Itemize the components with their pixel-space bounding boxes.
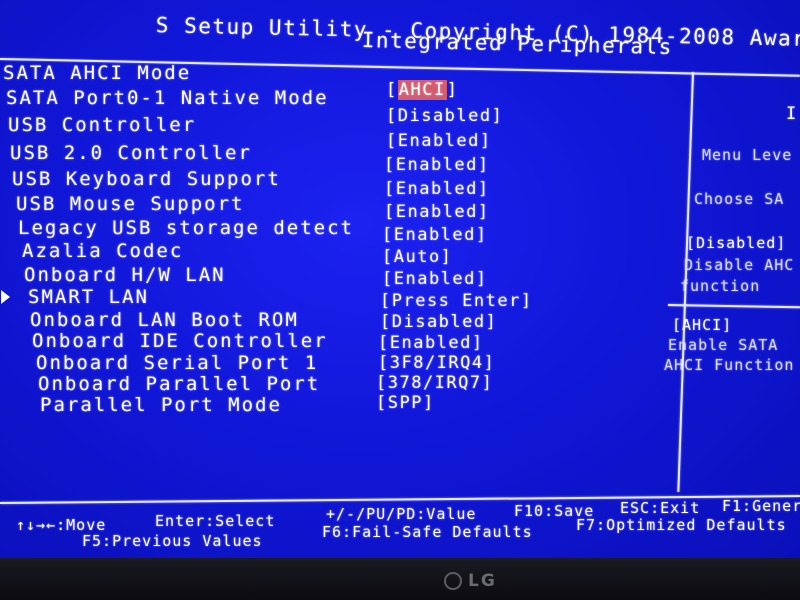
key-previous-values: F5:Previous Values <box>82 532 263 550</box>
setting-serial-port[interactable]: Onboard Serial Port 1 <box>36 352 318 374</box>
value-usb-keyboard[interactable]: [Enabled] <box>384 179 490 199</box>
key-exit: ESC:Exit <box>620 499 701 517</box>
setting-onboard-hw-lan[interactable]: Onboard H/W LAN <box>24 264 226 286</box>
value-ide-controller[interactable]: [Enabled] <box>378 333 484 353</box>
setting-ide-controller[interactable]: Onboard IDE Controller <box>32 330 328 352</box>
key-general-help: F1:Gener <box>722 497 800 515</box>
setting-usb-controller[interactable]: USB Controller <box>8 114 196 136</box>
value-onboard-hw-lan[interactable]: [Enabled] <box>382 269 488 289</box>
help-option-disabled-desc: Disable AHC <box>684 256 795 274</box>
lg-logo-icon <box>444 572 462 590</box>
key-optimized: F7:Optimized Defaults <box>576 516 787 534</box>
help-option-disabled-desc2: function <box>680 277 761 295</box>
value-serial-port[interactable]: [3F8/IRQ4] <box>378 353 495 373</box>
value-azalia-codec[interactable]: [Auto] <box>382 247 452 267</box>
value-parallel-port[interactable]: [378/IRQ7] <box>376 373 493 393</box>
key-enter-select: Enter:Select <box>155 512 276 530</box>
value-usb-controller[interactable]: [Enabled] <box>386 131 492 151</box>
help-option-ahci-desc: Enable SATA <box>668 336 779 354</box>
help-option-ahci-desc2: AHCI Function <box>664 356 795 374</box>
setting-sata-native-mode[interactable]: SATA Port0-1 Native Mode <box>6 87 329 109</box>
setting-usb-mouse[interactable]: USB Mouse Support <box>16 193 244 215</box>
value-smart-lan[interactable]: [Press Enter] <box>380 291 533 311</box>
setting-usb-keyboard[interactable]: USB Keyboard Support <box>12 168 281 190</box>
setting-legacy-usb[interactable]: Legacy USB storage detect <box>18 217 354 239</box>
setting-smart-lan[interactable]: SMART LAN <box>28 286 149 308</box>
help-choose: Choose SA <box>694 190 785 208</box>
submenu-arrow-icon <box>1 290 10 304</box>
value-usb-mouse[interactable]: [Enabled] <box>384 202 490 222</box>
setting-sata-ahci-mode[interactable]: SATA AHCI Mode <box>3 62 191 84</box>
value-parallel-mode[interactable]: [SPP] <box>376 393 435 413</box>
help-heading: I <box>786 104 798 124</box>
help-divider <box>667 304 800 309</box>
value-legacy-usb[interactable]: [Enabled] <box>382 225 488 245</box>
value-lan-boot-rom[interactable]: [Disabled] <box>380 312 497 332</box>
key-value: +/-/PU/PD:Value <box>326 505 477 523</box>
value-sata-ahci-mode[interactable]: [AHCI] <box>386 80 458 100</box>
help-option-ahci: [AHCI] <box>672 316 733 334</box>
monitor-logo: LG <box>444 571 497 591</box>
monitor-bezel <box>0 558 800 600</box>
value-sata-native-mode[interactable]: [Disabled] <box>386 106 503 126</box>
title-prefix: S <box>155 13 171 38</box>
setting-lan-boot-rom[interactable]: Onboard LAN Boot ROM <box>30 309 299 331</box>
setting-parallel-mode[interactable]: Parallel Port Mode <box>40 394 282 416</box>
setting-usb2-controller[interactable]: USB 2.0 Controller <box>10 142 252 164</box>
setting-azalia-codec[interactable]: Azalia Codec <box>22 240 183 262</box>
setting-parallel-port[interactable]: Onboard Parallel Port <box>38 373 320 395</box>
selected-value-highlight: AHCI <box>397 80 447 100</box>
help-option-disabled: [Disabled] <box>686 234 787 252</box>
key-fail-safe: F6:Fail-Safe Defaults <box>322 523 533 541</box>
help-menu-level: Menu Leve <box>702 146 793 164</box>
value-usb2-controller[interactable]: [Enabled] <box>384 155 490 175</box>
bios-screen: S Setup Utility - Copyright (C) 1984-200… <box>0 0 800 560</box>
